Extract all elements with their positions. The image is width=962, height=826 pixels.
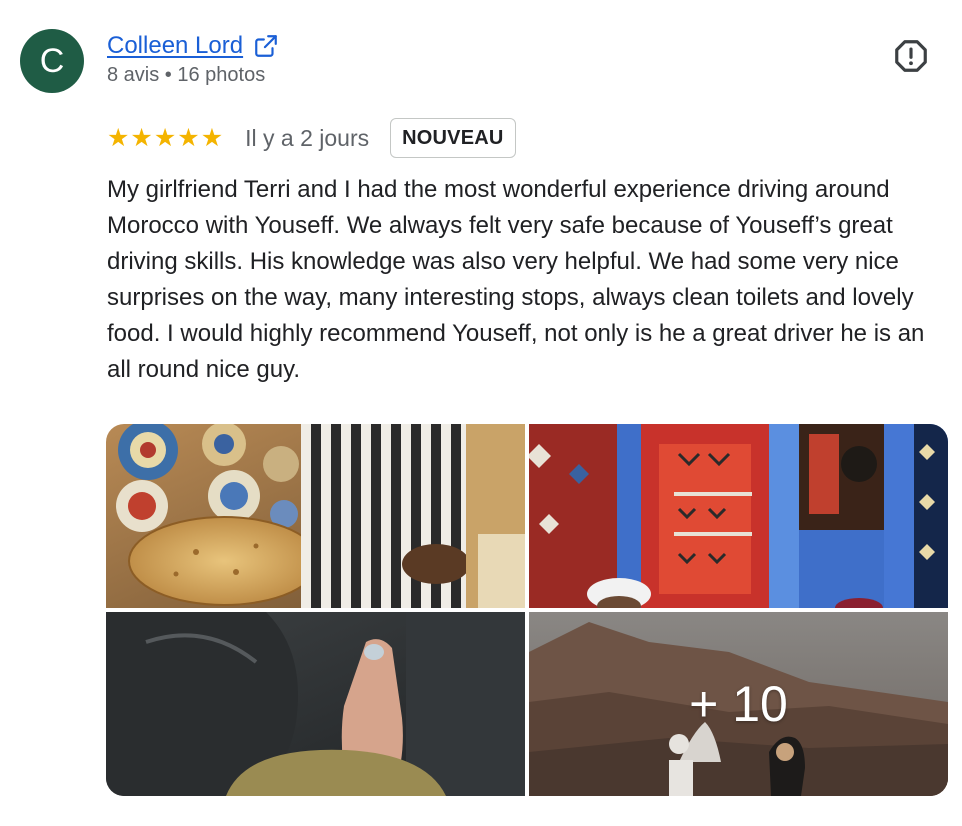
photo-mountain[interactable]: + 10 <box>529 612 948 796</box>
review-card: C Colleen Lord 8 avis • 16 photos ★ ★ ★ … <box>0 0 962 826</box>
star-icon: ★ <box>177 123 200 152</box>
avatar-initial: C <box>39 41 65 80</box>
report-octagon-icon <box>892 40 930 79</box>
author-block: Colleen Lord 8 avis • 16 photos <box>107 30 279 87</box>
review-date: Il y a 2 jours <box>245 124 370 151</box>
star-icon: ★ <box>200 123 224 152</box>
rating-row: ★ ★ ★ ★ ★ Il y a 2 jours NOUVEAU <box>107 117 516 159</box>
photo-carpets[interactable] <box>529 424 948 608</box>
author-name-link[interactable]: Colleen Lord <box>107 32 243 60</box>
star-icon: ★ <box>153 123 177 152</box>
author-meta: 8 avis • 16 photos <box>107 64 266 86</box>
author-row: Colleen Lord <box>107 30 279 62</box>
star-rating: ★ ★ ★ ★ ★ <box>107 123 224 152</box>
new-badge: NOUVEAU <box>390 118 516 158</box>
avatar[interactable]: C <box>20 29 84 93</box>
photo-car-foot[interactable] <box>106 612 525 796</box>
photo-bread[interactable] <box>106 424 525 608</box>
star-icon: ★ <box>107 123 130 152</box>
report-button[interactable] <box>892 37 930 75</box>
star-icon: ★ <box>130 123 153 152</box>
photo-grid: + 10 <box>106 424 948 796</box>
external-link-icon[interactable] <box>253 33 279 59</box>
review-text: My girlfriend Terri and I had the most w… <box>107 176 925 383</box>
